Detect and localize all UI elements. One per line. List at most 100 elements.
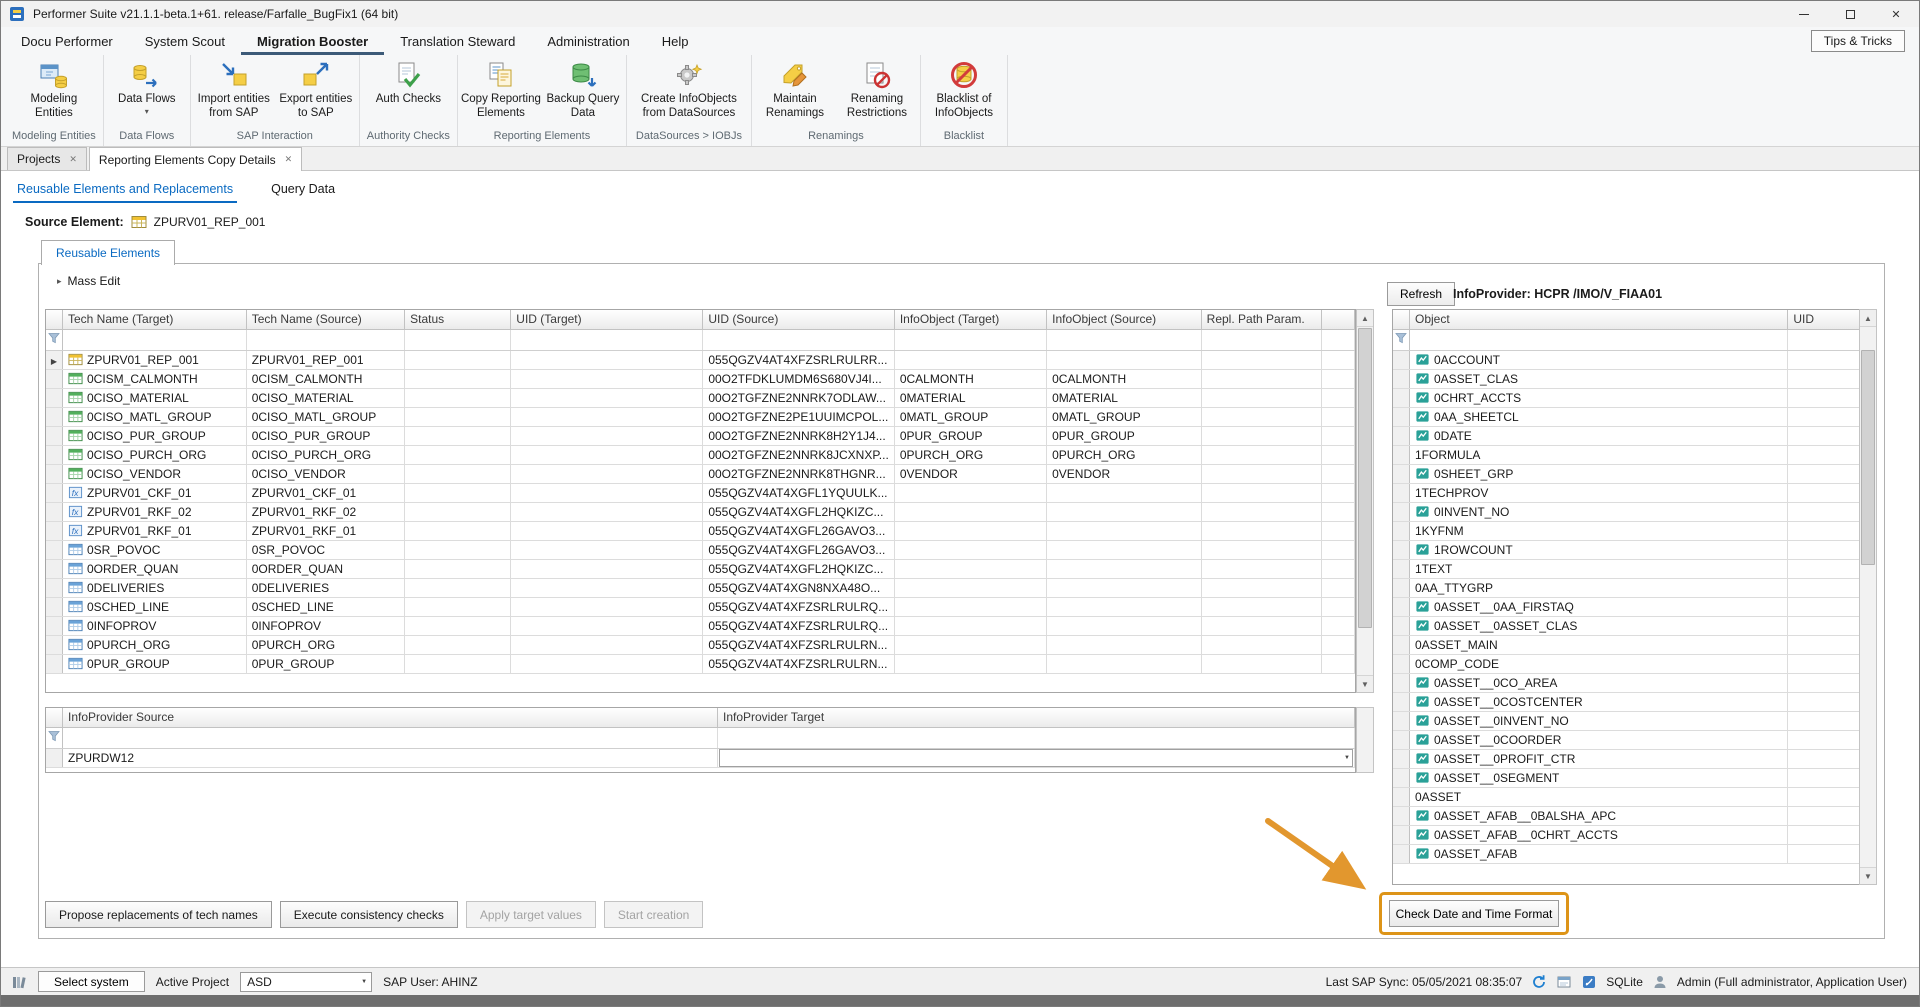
- object-row[interactable]: 0ACCOUNT: [1393, 350, 1860, 369]
- object-row[interactable]: 1TEXT: [1393, 559, 1860, 578]
- object-row[interactable]: 0ASSET__0CO_AREA: [1393, 673, 1860, 692]
- menu-item-system-scout[interactable]: System Scout: [129, 27, 241, 55]
- ribbon-button-renaming-restrictions[interactable]: Renaming Restrictions: [837, 57, 917, 130]
- object-row[interactable]: 0INVENT_NO: [1393, 502, 1860, 521]
- scroll-down-icon[interactable]: ▼: [1860, 867, 1876, 884]
- refresh-button[interactable]: Refresh: [1387, 282, 1455, 306]
- minimize-button[interactable]: [1781, 1, 1827, 27]
- filter-cell[interactable]: [1788, 329, 1860, 350]
- object-row[interactable]: 1FORMULA: [1393, 445, 1860, 464]
- close-tab-icon[interactable]: ✕: [69, 154, 77, 165]
- document-tab-projects[interactable]: Projects✕: [7, 147, 87, 170]
- column-header-uid[interactable]: UID: [1788, 310, 1860, 329]
- sync-icon[interactable]: [1531, 974, 1547, 990]
- element-row[interactable]: fxZPURV01_RKF_01ZPURV01_RKF_01055QGZV4AT…: [46, 521, 1355, 540]
- menu-item-help[interactable]: Help: [646, 27, 705, 55]
- database-window-icon[interactable]: [1556, 974, 1572, 990]
- element-row[interactable]: 0CISO_VENDOR0CISO_VENDOR00O2TGFZNE2NNRK8…: [46, 464, 1355, 483]
- select-system-button[interactable]: Select system: [38, 971, 145, 992]
- object-row[interactable]: 0ASSET__0SEGMENT: [1393, 768, 1860, 787]
- propose-replacements-of-tech-names-button[interactable]: Propose replacements of tech names: [45, 901, 272, 928]
- view-tab-reusable-elements-and-replacements[interactable]: Reusable Elements and Replacements: [13, 177, 237, 203]
- object-row[interactable]: 0ASSET__0ASSET_CLAS: [1393, 616, 1860, 635]
- element-row[interactable]: 0CISO_PURCH_ORG0CISO_PURCH_ORG00O2TGFZNE…: [46, 445, 1355, 464]
- filter-cell[interactable]: [63, 727, 718, 748]
- object-row[interactable]: 0AA_SHEETCL: [1393, 407, 1860, 426]
- ribbon-button-import-entities-from-sap[interactable]: Import entities from SAP: [194, 57, 274, 130]
- object-row[interactable]: 0DATE: [1393, 426, 1860, 445]
- filter-cell[interactable]: [511, 329, 703, 350]
- elements-grid-scrollbar[interactable]: ▲ ▼: [1356, 309, 1374, 693]
- menu-item-translation-steward[interactable]: Translation Steward: [384, 27, 531, 55]
- element-row[interactable]: fxZPURV01_RKF_02ZPURV01_RKF_02055QGZV4AT…: [46, 502, 1355, 521]
- tips-tricks-button[interactable]: Tips & Tricks: [1811, 30, 1905, 52]
- element-row[interactable]: 0CISM_CALMONTH0CISM_CALMONTH00O2TFDKLUMD…: [46, 369, 1355, 388]
- ribbon-button-export-entities-to-sap[interactable]: Export entities to SAP: [276, 57, 356, 130]
- element-row[interactable]: 0SR_POVOC0SR_POVOC055QGZV4AT4XGFL26GAVO3…: [46, 540, 1355, 559]
- scroll-thumb[interactable]: [1861, 350, 1875, 565]
- object-row[interactable]: 0ASSET_AFAB__0BALSHA_APC: [1393, 806, 1860, 825]
- object-row[interactable]: 0ASSET: [1393, 787, 1860, 806]
- active-project-combo[interactable]: ASD ▼: [240, 972, 372, 992]
- column-header-infoprovider-target[interactable]: InfoProvider Target: [717, 708, 1354, 727]
- column-header-object[interactable]: Object: [1410, 310, 1788, 329]
- ribbon-button-backup-query-data[interactable]: Backup Query Data: [543, 57, 623, 130]
- scroll-thumb[interactable]: [1358, 328, 1372, 628]
- check-date-time-format-button[interactable]: Check Date and Time Format: [1389, 900, 1559, 927]
- object-row[interactable]: 0ASSET__0INVENT_NO: [1393, 711, 1860, 730]
- element-row[interactable]: fxZPURV01_CKF_01ZPURV01_CKF_01055QGZV4AT…: [46, 483, 1355, 502]
- column-header-uid-source[interactable]: UID (Source): [703, 310, 895, 329]
- ribbon-button-maintain-renamings[interactable]: Maintain Renamings: [755, 57, 835, 130]
- object-row[interactable]: 1KYFNM: [1393, 521, 1860, 540]
- object-row[interactable]: 0ASSET_AFAB__0CHRT_ACCTS: [1393, 825, 1860, 844]
- mass-edit-expander[interactable]: ▸ Mass Edit: [57, 274, 120, 288]
- filter-cell[interactable]: [894, 329, 1046, 350]
- menu-item-administration[interactable]: Administration: [531, 27, 645, 55]
- document-tab-reporting-elements-copy-details[interactable]: Reporting Elements Copy Details✕: [89, 147, 302, 171]
- objects-grid-scrollbar[interactable]: ▲ ▼: [1859, 309, 1877, 885]
- scroll-up-icon[interactable]: ▲: [1860, 310, 1876, 327]
- object-row[interactable]: 1TECHPROV: [1393, 483, 1860, 502]
- infoprovider-target-combo[interactable]: ▼: [719, 749, 1353, 767]
- column-header-uid-target[interactable]: UID (Target): [511, 310, 703, 329]
- combo-dropdown-icon[interactable]: ▼: [1344, 755, 1350, 761]
- object-row[interactable]: 0ASSET__0COSTCENTER: [1393, 692, 1860, 711]
- tab-reusable-elements[interactable]: Reusable Elements: [41, 240, 175, 265]
- object-row[interactable]: 0COMP_CODE: [1393, 654, 1860, 673]
- close-tab-icon[interactable]: ✕: [285, 154, 293, 165]
- element-row[interactable]: 0CISO_MATERIAL0CISO_MATERIAL00O2TGFZNE2N…: [46, 388, 1355, 407]
- element-row[interactable]: ▶ZPURV01_REP_001ZPURV01_REP_001055QGZV4A…: [46, 350, 1355, 369]
- object-row[interactable]: 0ASSET__0AA_FIRSTAQ: [1393, 597, 1860, 616]
- execute-consistency-checks-button[interactable]: Execute consistency checks: [280, 901, 458, 928]
- filter-cell[interactable]: [405, 329, 511, 350]
- column-header-tech-name-source[interactable]: Tech Name (Source): [246, 310, 404, 329]
- ribbon-button-auth-checks[interactable]: Auth Checks: [368, 57, 448, 130]
- element-row[interactable]: 0PUR_GROUP0PUR_GROUP055QGZV4AT4XFZSRLRUL…: [46, 654, 1355, 673]
- expand-row-icon[interactable]: ▶: [51, 357, 57, 366]
- ribbon-button-blacklist-of-infoobjects[interactable]: Blacklist of InfoObjects: [924, 57, 1004, 130]
- view-tab-query-data[interactable]: Query Data: [267, 177, 339, 203]
- element-row[interactable]: 0CISO_MATL_GROUP0CISO_MATL_GROUP00O2TGFZ…: [46, 407, 1355, 426]
- object-row[interactable]: 0ASSET_AFAB: [1393, 844, 1860, 863]
- element-row[interactable]: 0PURCH_ORG0PURCH_ORG055QGZV4AT4XFZSRLRUL…: [46, 635, 1355, 654]
- filter-cell[interactable]: [717, 727, 1354, 748]
- filter-cell[interactable]: [246, 329, 404, 350]
- filter-cell[interactable]: [1201, 329, 1322, 350]
- ribbon-button-create-infoobjects-from-datasources[interactable]: Create InfoObjects from DataSources: [630, 57, 748, 130]
- object-row[interactable]: 0ASSET_CLAS: [1393, 369, 1860, 388]
- filter-cell[interactable]: [703, 329, 895, 350]
- column-header-repl-path-param[interactable]: Repl. Path Param.: [1201, 310, 1322, 329]
- ribbon-button-copy-reporting-elements[interactable]: Copy Reporting Elements: [461, 57, 541, 130]
- infoprovider-row[interactable]: ZPURDW12 ▼: [46, 748, 1355, 767]
- column-header-infoobject-target[interactable]: InfoObject (Target): [894, 310, 1046, 329]
- column-header-infoobject-source[interactable]: InfoObject (Source): [1047, 310, 1202, 329]
- filter-cell[interactable]: [63, 329, 247, 350]
- object-row[interactable]: 0CHRT_ACCTS: [1393, 388, 1860, 407]
- element-row[interactable]: 0SCHED_LINE0SCHED_LINE055QGZV4AT4XFZSRLR…: [46, 597, 1355, 616]
- column-header-tech-name-target[interactable]: Tech Name (Target): [63, 310, 247, 329]
- menu-item-migration-booster[interactable]: Migration Booster: [241, 27, 384, 55]
- menu-item-docu-performer[interactable]: Docu Performer: [5, 27, 129, 55]
- object-row[interactable]: 0ASSET__0COORDER: [1393, 730, 1860, 749]
- close-button[interactable]: ✕: [1873, 1, 1919, 27]
- column-header-infoprovider-source[interactable]: InfoProvider Source: [63, 708, 718, 727]
